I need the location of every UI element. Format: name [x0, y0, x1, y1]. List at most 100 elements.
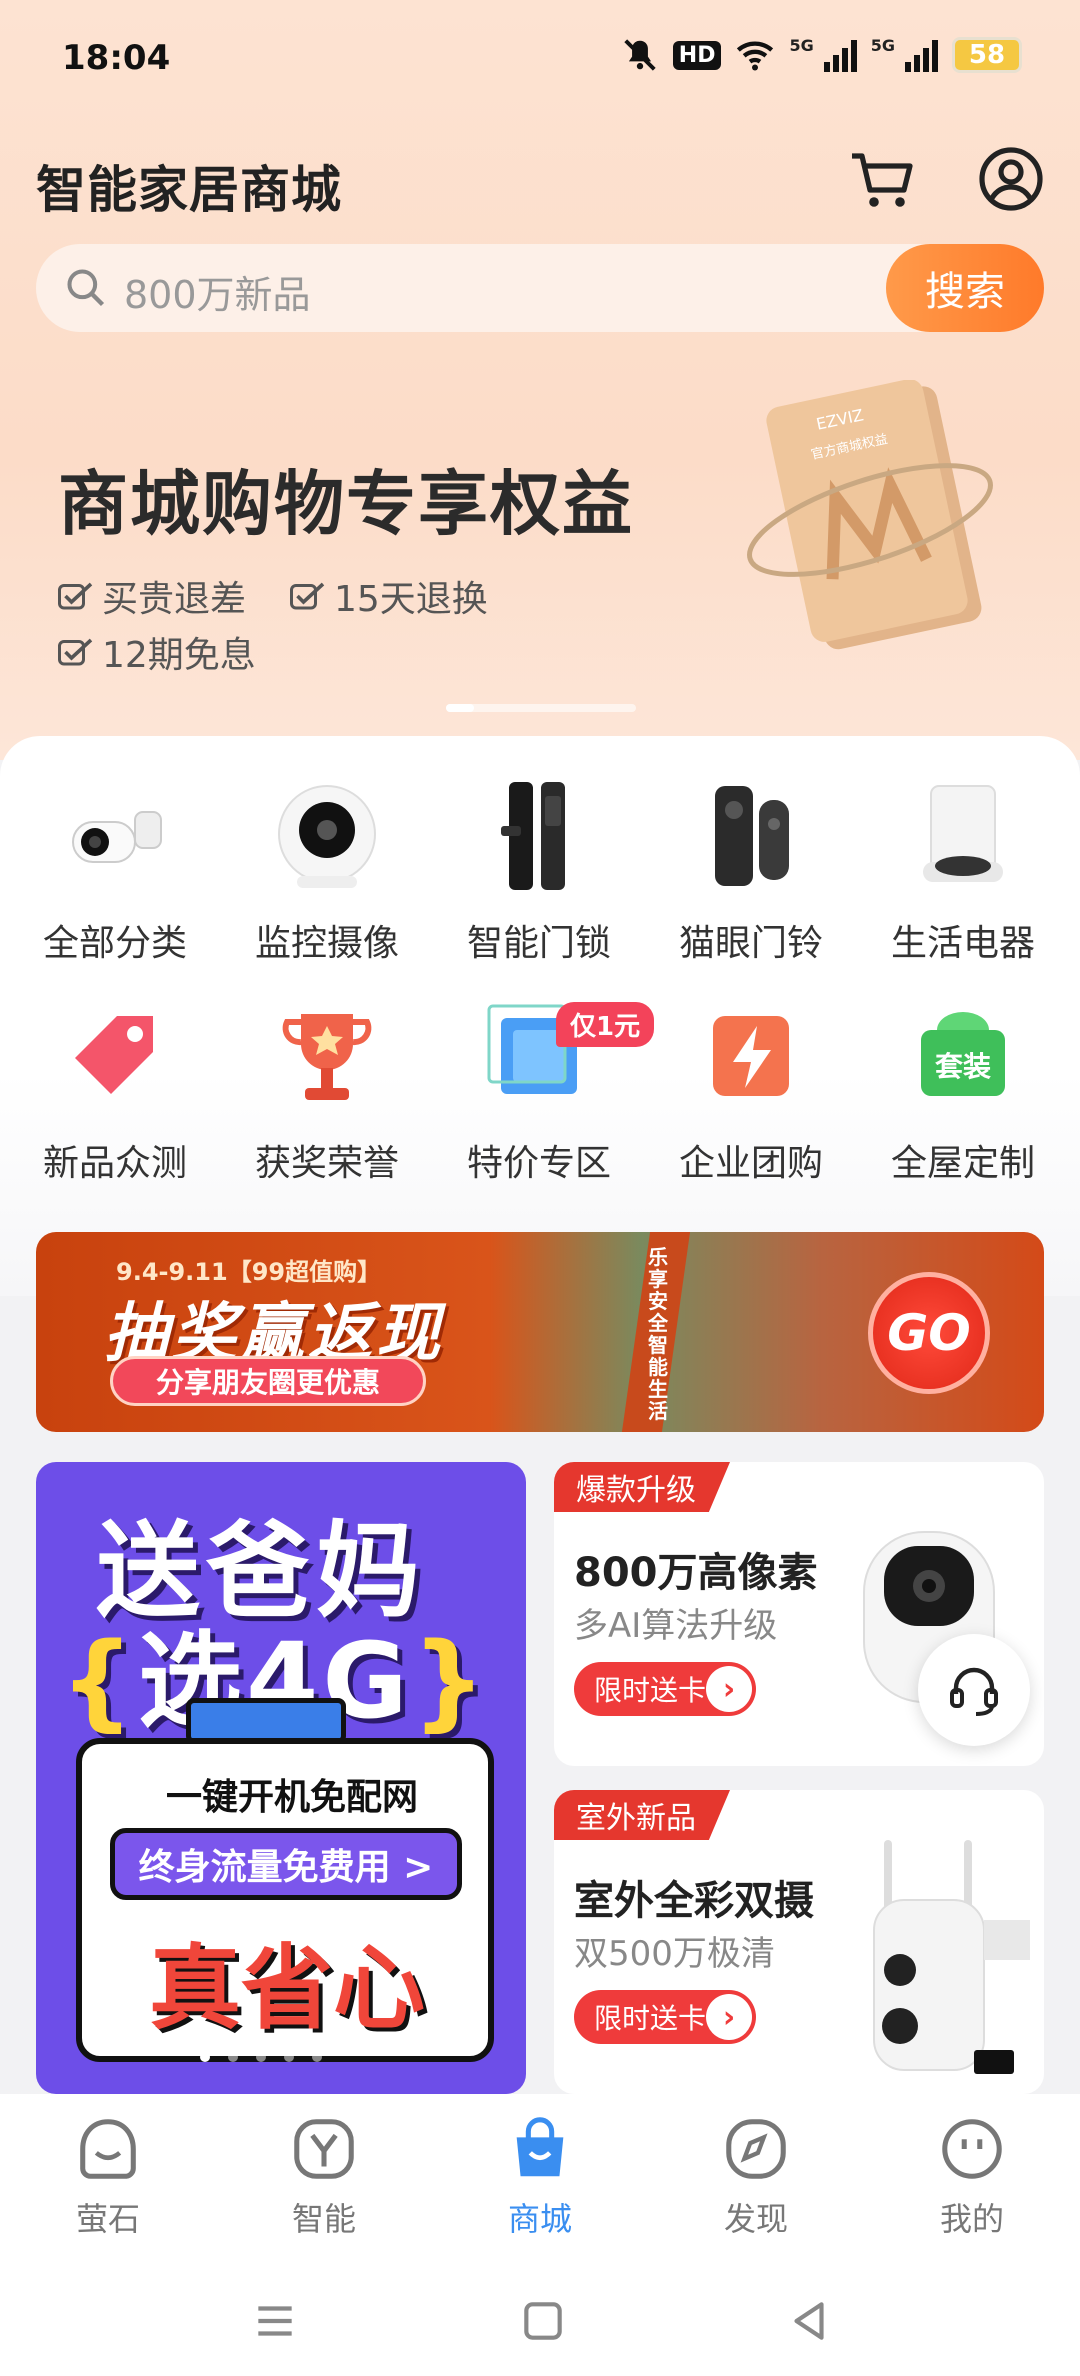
- category-newtest[interactable]: 新品众测: [10, 996, 220, 1186]
- category-label: 企业团购: [678, 1143, 823, 1184]
- camera-bullet-icon: [72, 811, 162, 863]
- search-icon: [67, 269, 105, 307]
- battery-indicator: 58: [952, 37, 1022, 73]
- save-worry-text: 真省心: [148, 1935, 425, 2042]
- category-enterprise[interactable]: 企业团购: [646, 996, 856, 1186]
- user-icon[interactable]: [978, 146, 1044, 212]
- tab-label: 发现: [723, 2200, 788, 2238]
- home-square-icon[interactable]: [518, 2296, 568, 2346]
- promo-banner[interactable]: 送爸妈 {选4G} 一键开机免配网 终身流量免费用 > 真省心: [36, 1462, 526, 2094]
- category-label: 智能门锁: [466, 923, 611, 964]
- smart-y-icon: [294, 2119, 354, 2179]
- tab-label: 萤石: [75, 2200, 140, 2238]
- tab-mall[interactable]: 商城: [432, 2114, 648, 2240]
- category-appliance[interactable]: 生活电器: [858, 776, 1068, 966]
- category-lock[interactable]: 智能门锁: [434, 776, 644, 966]
- camera-dome-icon: [278, 785, 376, 888]
- trophy-icon: [282, 1014, 372, 1100]
- signal-icon-2: [905, 38, 938, 72]
- tab-me[interactable]: 我的: [864, 2114, 1080, 2240]
- limited-offer-button[interactable]: 限时送卡 ›: [574, 1662, 756, 1716]
- perk-item: 12期免息: [58, 626, 256, 678]
- tab-smart[interactable]: 智能: [216, 2114, 432, 2240]
- search-input[interactable]: 800万新品: [124, 264, 311, 319]
- category-label: 生活电器: [890, 923, 1035, 964]
- category-label: 猫眼门铃: [678, 923, 823, 964]
- cart-icon[interactable]: [848, 148, 916, 212]
- arrow-right-icon: ›: [706, 1994, 752, 2040]
- arrow-right-icon: ›: [706, 1666, 752, 1712]
- tab-label: 智能: [291, 2200, 356, 2238]
- lightning-icon: [713, 1016, 789, 1096]
- check-icon: [58, 582, 93, 610]
- product-subtitle: 双500万极清: [574, 1934, 775, 1974]
- perk-label: 买贵退差: [102, 579, 247, 620]
- home-face-icon: [80, 2119, 136, 2179]
- cta-label: 限时送卡: [594, 2002, 707, 2035]
- search-bar[interactable]: 800万新品 搜索: [36, 244, 1044, 332]
- banner-title[interactable]: 商城购物专享权益: [58, 448, 634, 549]
- doorbell-icon: [715, 786, 789, 886]
- outdoor-camera-image: [873, 1840, 1030, 2074]
- category-label: 获奖荣誉: [254, 1143, 399, 1184]
- shopping-bag-icon: [516, 2117, 564, 2177]
- category-camera[interactable]: 监控摄像: [222, 776, 432, 966]
- promo-card: 一键开机免配网 终身流量免费用 > 真省心: [76, 1738, 494, 2062]
- status-bar: 18:04 HD 5G 5G 58: [0, 0, 1080, 120]
- category-custom[interactable]: 套装 全屋定制: [858, 996, 1068, 1186]
- signal-icon-1: [823, 38, 857, 72]
- headset-icon: [950, 1667, 998, 1716]
- promo-pagination: [200, 2052, 322, 2062]
- tab-discover[interactable]: 发现: [648, 2114, 864, 2240]
- customer-service-button[interactable]: [918, 1634, 1030, 1746]
- check-icon: [290, 582, 325, 610]
- wifi-icon: [737, 41, 774, 71]
- category-label: 特价专区: [466, 1143, 611, 1184]
- category-label: 全屋定制: [890, 1143, 1035, 1184]
- bottom-tab-bar: 萤石 智能 商城 发现 我的: [0, 2094, 1080, 2270]
- package-badge-text: 套装: [935, 1050, 991, 1083]
- category-all[interactable]: 全部分类: [10, 776, 220, 966]
- vertical-text: 乐享安全智能生活: [648, 1245, 668, 1423]
- benefit-card-graphic: EZVIZ 官方商城权益: [740, 379, 1000, 650]
- network-label-1: 5G: [789, 36, 814, 55]
- product-subtitle: 多AI算法升级: [574, 1606, 778, 1646]
- tab-label: 商城: [507, 2200, 572, 2238]
- hd-icon: HD: [672, 40, 722, 70]
- perk-item: 15天退换: [290, 570, 488, 622]
- tab-label: 我的: [939, 2200, 1004, 2238]
- menu-icon[interactable]: [250, 2296, 300, 2346]
- category-doorbell[interactable]: 猫眼门铃: [646, 776, 856, 966]
- free-data-button[interactable]: 终身流量免费用 >: [110, 1828, 462, 1900]
- door-lock-icon: [501, 782, 565, 890]
- tab-ezviz[interactable]: 萤石: [0, 2114, 216, 2240]
- category-awards[interactable]: 获奖荣誉: [222, 996, 432, 1186]
- brace-left: {: [60, 1620, 139, 1742]
- perk-label: 12期免息: [102, 635, 256, 676]
- search-button[interactable]: 搜索: [886, 244, 1044, 332]
- check-icon: [58, 638, 93, 666]
- category-label: 新品众测: [42, 1143, 187, 1184]
- lottery-banner[interactable]: 9.4-9.11【99超值购】 抽奖赢返现 分享朋友圈更优惠 乐享安全智能生活 …: [36, 1232, 1044, 1432]
- category-label: 监控摄像: [254, 923, 399, 964]
- status-time: 18:04: [62, 38, 171, 78]
- product-card[interactable]: 室外新品 室外全彩双摄 双500万极清 限时送卡 ›: [554, 1790, 1044, 2094]
- one-key-text: 一键开机免配网: [165, 1777, 418, 1818]
- system-nav-bar: [0, 2270, 1080, 2376]
- tag-icon: [75, 1016, 153, 1094]
- status-icons: HD 5G 5G 58: [621, 36, 1022, 74]
- product-tag: 爆款升级: [554, 1462, 730, 1512]
- perk-label: 15天退换: [334, 579, 488, 620]
- package-icon: 套装: [921, 1012, 1005, 1096]
- product-title: 室外全彩双摄: [574, 1878, 814, 1924]
- robot-vacuum-icon: [923, 785, 1003, 882]
- limited-offer-button[interactable]: 限时送卡 ›: [574, 1990, 756, 2044]
- back-triangle-icon[interactable]: [784, 2296, 834, 2346]
- share-moments-button[interactable]: 分享朋友圈更优惠: [110, 1356, 426, 1406]
- network-label-2: 5G: [870, 36, 895, 55]
- cta-label: 限时送卡: [594, 1674, 707, 1707]
- product-tag: 室外新品: [554, 1790, 730, 1840]
- compass-icon: [726, 2119, 786, 2179]
- banner-pagination: [446, 704, 636, 712]
- go-button[interactable]: GO: [868, 1272, 990, 1394]
